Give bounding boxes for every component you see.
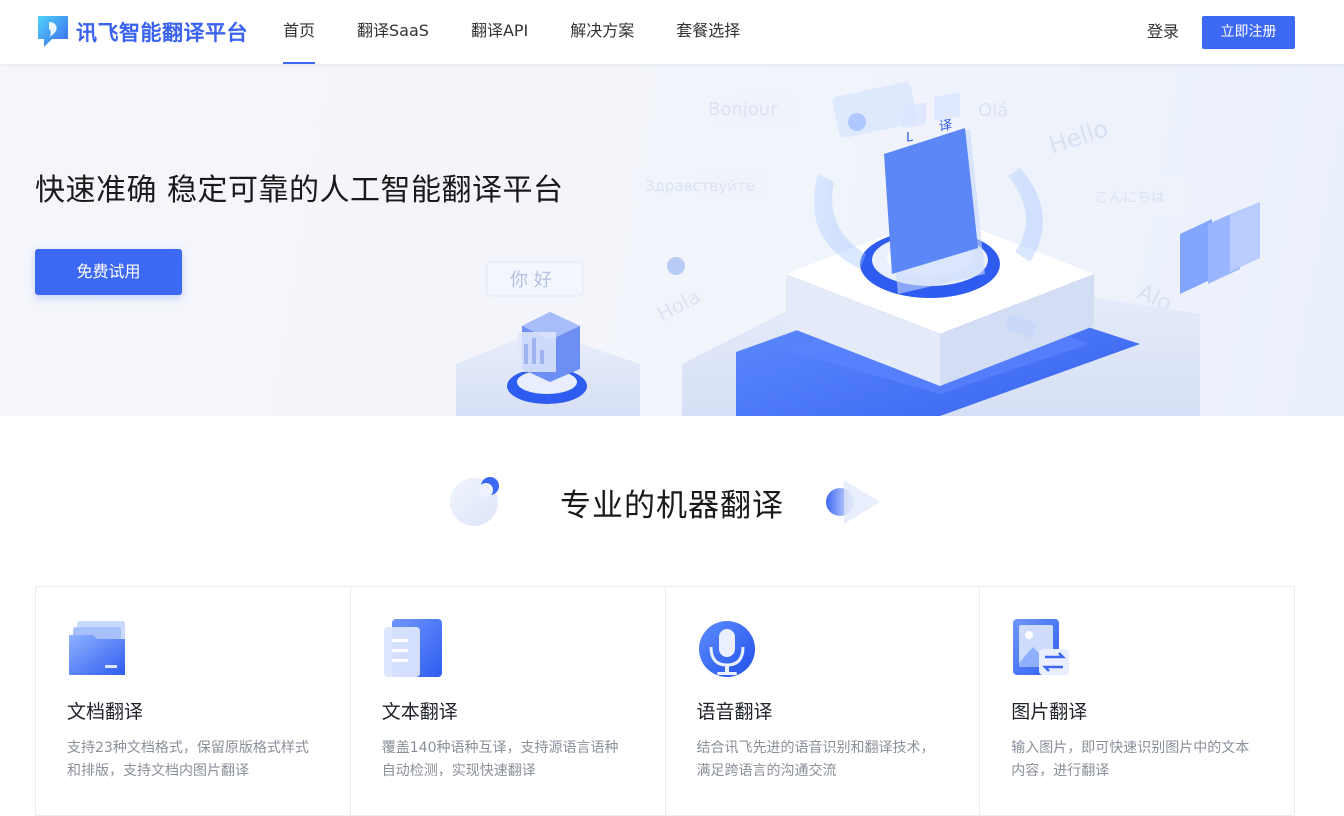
card-description: 支持23种文档格式，保留原版格式样式和排版，支持文档内图片翻译: [67, 740, 309, 779]
card-title: 图片翻译: [1011, 701, 1088, 723]
nav-item-home[interactable]: 首页: [283, 0, 316, 64]
nav-item-translation-api[interactable]: 翻译API: [471, 0, 528, 64]
bubble-yi-glyph: 译: [939, 117, 952, 135]
nav-item-solutions[interactable]: 解决方案: [570, 0, 634, 64]
card-title: 文档翻译: [67, 701, 144, 723]
card-description: 覆盖140种语种互译，支持源语言语种自动检测，实现快速翻译: [381, 740, 619, 779]
image-translate-icon: [1013, 619, 1070, 675]
main-nav: 首页 翻译SaaS 翻译API 解决方案 套餐选择: [283, 0, 782, 64]
login-link[interactable]: 登录: [1147, 20, 1179, 44]
card-title: 文本翻译: [381, 701, 458, 723]
bubble-ola: Olá: [978, 100, 1008, 121]
hero-illustration: Bonjour Olá Hello Здравствуйте こんにちは Hol…: [456, 82, 1260, 416]
logo[interactable]: 讯飞智能翻译平台: [34, 13, 248, 51]
hero-banner: 快速准确 稳定可靠的人工智能翻译平台 免费试用 Bonjour Olá Hell…: [0, 64, 1344, 416]
logo-icon: [38, 16, 68, 47]
card-document-translation[interactable]: 文档翻译 支持23种文档格式，保留原版格式样式和排版，支持文档内图片翻译: [36, 587, 351, 815]
register-button[interactable]: 立即注册: [1202, 16, 1295, 49]
card-text-translation[interactable]: 文本翻译 覆盖140种语种互译，支持源语言语种自动检测，实现快速翻译: [351, 587, 666, 815]
card-description: 结合讯飞先进的语音识别和翻译技术，满足跨语言的沟通交流: [696, 740, 935, 779]
section-title: 专业的机器翻译: [0, 480, 1344, 525]
section-title-text: 专业的机器翻译: [560, 488, 784, 524]
folder-document-icon: [69, 621, 125, 675]
top-navbar: 讯飞智能翻译平台 首页 翻译SaaS 翻译API 解决方案 套餐选择 登录 立即…: [0, 0, 1344, 64]
card-title: 语音翻译: [696, 701, 773, 723]
nav-item-pricing[interactable]: 套餐选择: [676, 0, 740, 64]
bubble-l-glyph: L: [906, 130, 914, 146]
text-document-icon: [383, 619, 442, 677]
card-voice-translation[interactable]: 语音翻译 结合讯飞先进的语音识别和翻译技术，满足跨语言的沟通交流: [666, 587, 981, 815]
feature-cards: 文档翻译 支持23种文档格式，保留原版格式样式和排版，支持文档内图片翻译 文本翻…: [35, 586, 1295, 816]
free-trial-button[interactable]: 免费试用: [35, 249, 182, 295]
bubble-hola: Hola: [653, 284, 704, 326]
card-description: 输入图片，即可快速识别图片中的文本内容，进行翻译: [1011, 740, 1250, 779]
card-image-translation[interactable]: 图片翻译 输入图片，即可快速识别图片中的文本内容，进行翻译: [980, 587, 1294, 815]
nav-item-translation-saas[interactable]: 翻译SaaS: [357, 0, 429, 64]
bubble-nihao: 你 好: [510, 270, 552, 291]
bubble-konnichiwa: こんにちは: [1095, 190, 1165, 206]
bubble-zdravstvuyte: Здравствуйте: [645, 177, 755, 195]
logo-text: 讯飞智能翻译平台: [76, 21, 248, 45]
microphone-icon: [698, 621, 755, 677]
bubble-hello: Hello: [1045, 114, 1112, 159]
bubble-bonjour: Bonjour: [708, 99, 778, 120]
section-deco-right-icon: [826, 480, 880, 524]
